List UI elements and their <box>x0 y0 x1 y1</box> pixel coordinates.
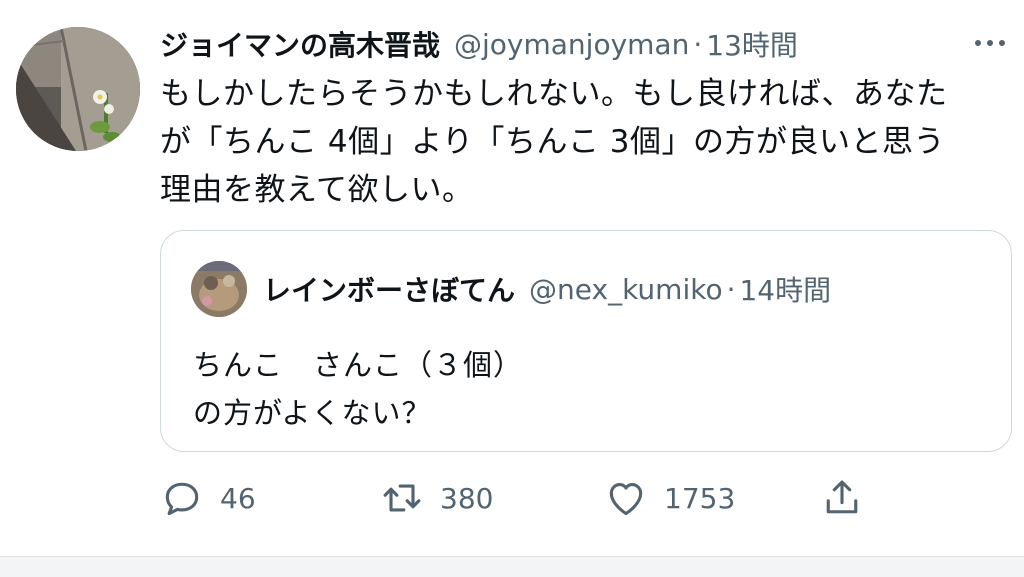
reply-count: 46 <box>220 481 256 515</box>
retweet-button[interactable]: 380 <box>380 470 493 526</box>
tweet-timestamp[interactable]: 13時間 <box>706 24 798 64</box>
share-button[interactable] <box>820 470 864 526</box>
quoted-avatar-photo <box>191 261 247 317</box>
quoted-timestamp: 14時間 <box>739 274 832 307</box>
quoted-tweet-text: ちんこ さんこ（３個） の方がよくない？ <box>193 348 524 430</box>
quoted-author-avatar <box>191 261 247 317</box>
quoted-tweet-header: レインボーさぼてん @nex_kumiko · 14時間 <box>263 269 831 309</box>
share-upload-icon <box>826 480 858 514</box>
quoted-separator-dot: · <box>726 272 736 306</box>
speech-bubble-icon <box>165 482 199 516</box>
author-handle[interactable]: @joymanjoyman <box>454 28 689 61</box>
retweet-arrows-icon <box>383 484 421 512</box>
quoted-author-handle: @nex_kumiko <box>529 272 723 306</box>
tweet-text: もしかしたらそうかもしれない。もし良ければ、あなた が「ちんこ 4個」より「ちん… <box>160 76 948 208</box>
like-button[interactable]: 1753 <box>604 470 735 526</box>
reply-button[interactable]: 46 <box>160 470 256 526</box>
heart-outline-icon <box>609 483 643 516</box>
separator-dot: · <box>693 27 703 61</box>
quoted-tweet-card[interactable]: レインボーさぼてん @nex_kumiko · 14時間 ちんこ さんこ（３個）… <box>160 230 1012 452</box>
avatar-photo <box>16 27 140 151</box>
more-dots-icon[interactable] <box>968 28 1012 58</box>
like-count: 1753 <box>664 481 736 515</box>
author-name[interactable]: ジョイマンの高木晋哉 <box>160 24 440 64</box>
retweet-count: 380 <box>440 481 494 515</box>
quoted-author-name: レインボーさぼてん <box>263 274 516 307</box>
author-avatar[interactable] <box>16 27 140 151</box>
next-tweet-divider <box>0 556 1024 577</box>
tweet-actions-bar: 46 380 1753 <box>160 470 880 526</box>
tweet-header: ジョイマンの高木晋哉 @joymanjoyman · 13時間 <box>160 22 798 66</box>
